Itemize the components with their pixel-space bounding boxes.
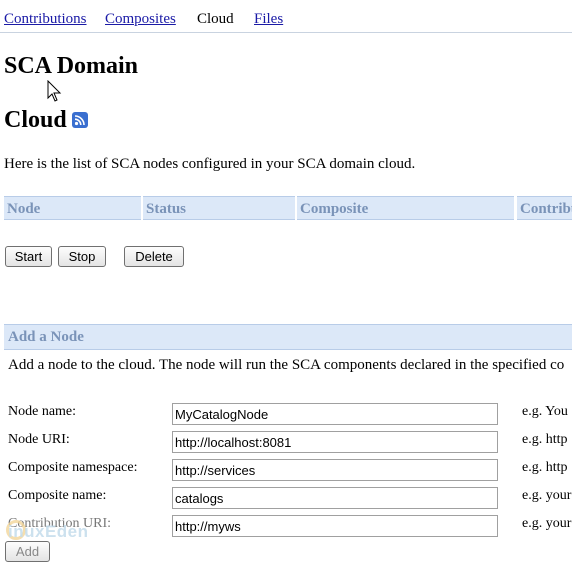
composite-namespace-label: Composite namespace: bbox=[8, 460, 138, 475]
nav-link-contributions[interactable]: Contributions bbox=[4, 10, 87, 28]
start-button[interactable]: Start bbox=[5, 246, 52, 267]
node-uri-example: e.g. http bbox=[522, 432, 568, 447]
column-header-contribution: Contribu bbox=[517, 196, 572, 220]
nav-link-files[interactable]: Files bbox=[254, 10, 283, 28]
page-title: SCA Domain bbox=[4, 53, 139, 79]
node-name-input[interactable] bbox=[172, 403, 498, 425]
composite-namespace-example: e.g. http bbox=[522, 460, 568, 475]
add-button[interactable]: Add bbox=[5, 541, 50, 562]
node-name-label: Node name: bbox=[8, 404, 77, 419]
stop-button[interactable]: Stop bbox=[58, 246, 106, 267]
contribution-uri-example: e.g. your bbox=[522, 516, 572, 531]
column-header-status: Status bbox=[143, 196, 295, 220]
column-header-composite: Composite bbox=[297, 196, 514, 220]
contribution-uri-input[interactable] bbox=[172, 515, 498, 537]
rss-icon[interactable] bbox=[72, 112, 88, 128]
top-navigation: Contributions Composites Cloud Files bbox=[0, 0, 572, 33]
composite-name-input[interactable] bbox=[172, 487, 498, 509]
node-uri-input[interactable] bbox=[172, 431, 498, 453]
add-node-heading: Add a Node bbox=[4, 324, 572, 350]
watermark: inuxEden bbox=[8, 522, 89, 541]
composite-namespace-input[interactable] bbox=[172, 459, 498, 481]
composite-name-label: Composite name: bbox=[8, 488, 107, 503]
node-uri-label: Node URI: bbox=[8, 432, 70, 447]
delete-button[interactable]: Delete bbox=[124, 246, 184, 267]
intro-text: Here is the list of SCA nodes configured… bbox=[4, 156, 416, 172]
nav-current-cloud: Cloud bbox=[197, 11, 234, 27]
node-name-example: e.g. You bbox=[522, 404, 568, 419]
section-title-cloud: Cloud bbox=[4, 107, 67, 133]
mouse-cursor-icon bbox=[47, 80, 62, 102]
column-header-node: Node bbox=[4, 196, 141, 220]
composite-name-example: e.g. your bbox=[522, 488, 572, 503]
add-node-description: Add a node to the cloud. The node will r… bbox=[8, 357, 565, 373]
nav-link-composites[interactable]: Composites bbox=[105, 10, 176, 28]
